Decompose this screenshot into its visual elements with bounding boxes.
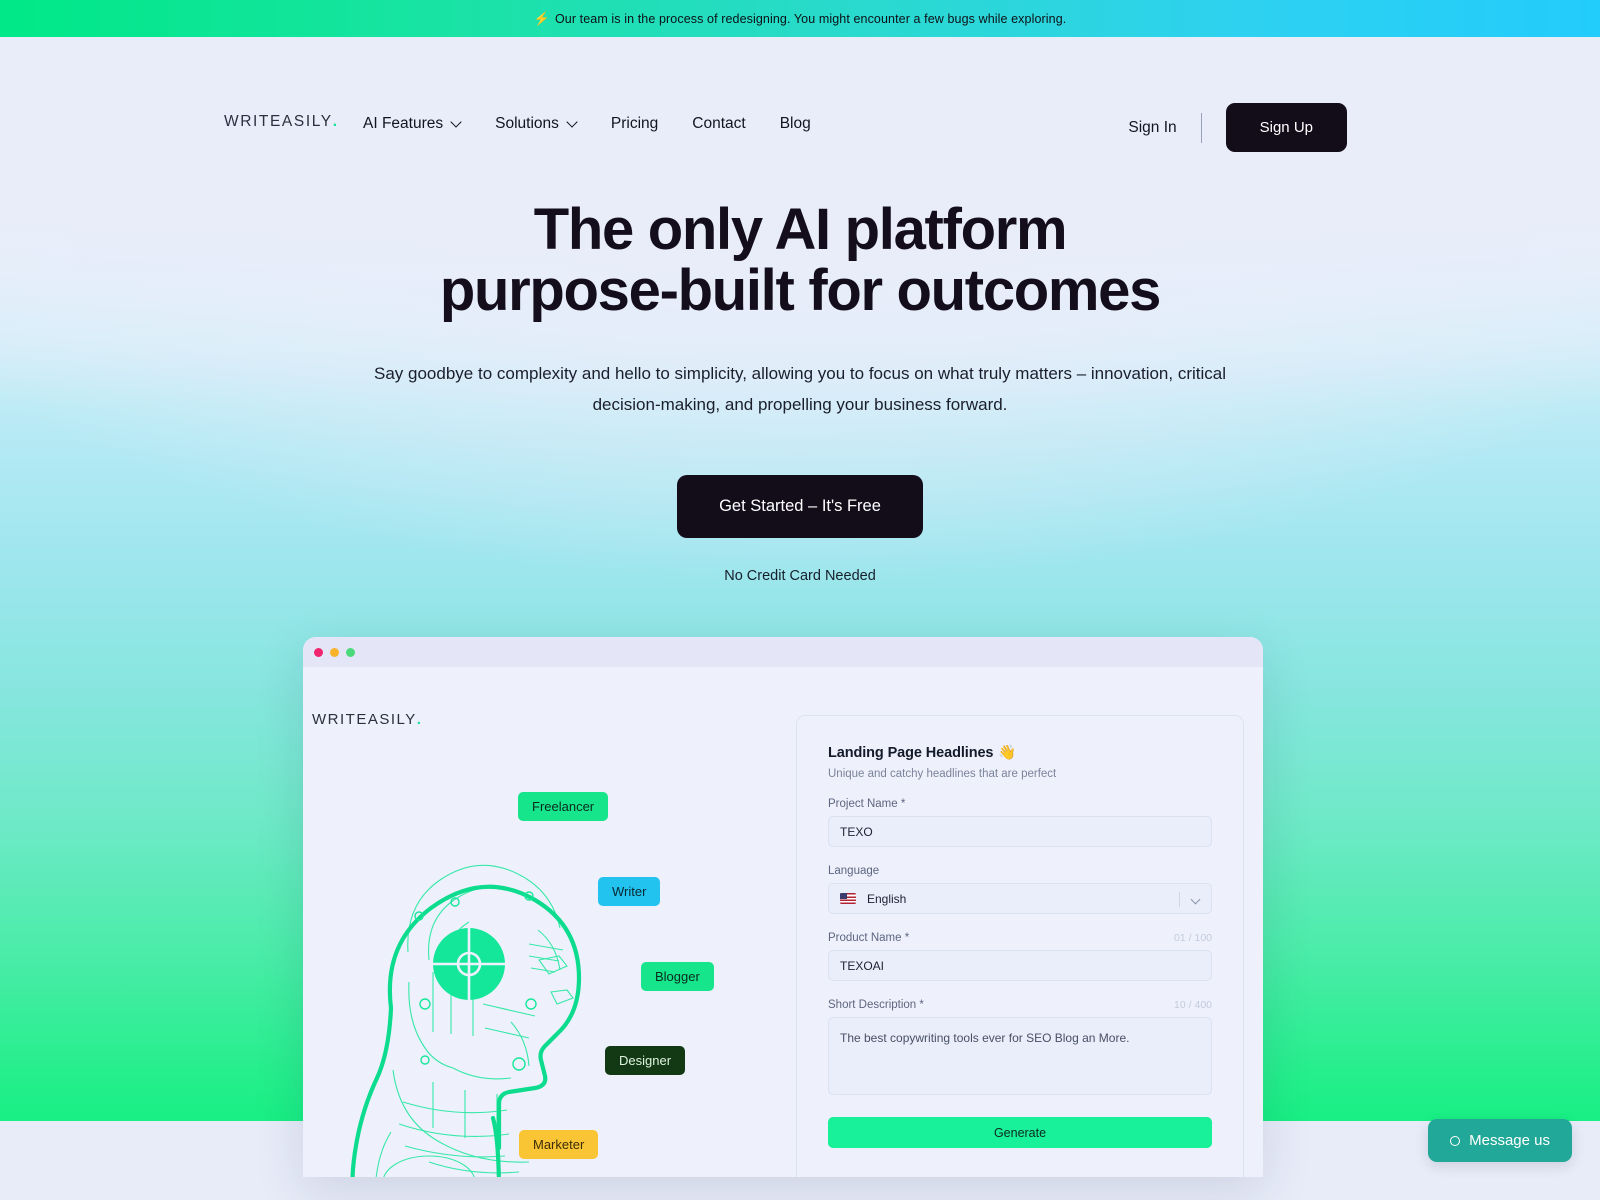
page-title: The only AI platform purpose-built for o…	[0, 197, 1600, 323]
headline-line-1: The only AI platform	[533, 197, 1068, 262]
window-maximize-dot-icon	[346, 647, 355, 657]
generator-form-inner: Landing Page Headlines 👋 Unique and catc…	[797, 716, 1243, 1148]
short-description-textarea[interactable]: The best copywriting tools ever for SEO …	[828, 1017, 1212, 1095]
field-label-row: Short Description * 10 / 400	[828, 999, 1212, 1011]
nav-item-label: Solutions	[495, 115, 559, 132]
nav-item-pricing[interactable]: Pricing	[611, 109, 674, 139]
wave-hand-icon: 👋	[998, 745, 1017, 761]
sign-in-link[interactable]: Sign In	[1128, 111, 1176, 145]
illustration-panel: Freelancer Writer Blogger Designer Marke…	[313, 692, 813, 1177]
ai-robot-head-illustration	[350, 864, 582, 1177]
message-us-label: Message us	[1469, 1132, 1550, 1149]
nav-item-blog[interactable]: Blog	[780, 109, 827, 139]
brand-logo-dot: .	[332, 113, 339, 130]
main-navbar: WRITEASILY. AI Features Solutions Pricin…	[0, 37, 1600, 152]
chevron-down-icon	[568, 118, 577, 127]
sparkle-icon: ⚡	[533, 11, 550, 26]
pill-designer[interactable]: Designer	[605, 1046, 686, 1075]
field-short-description: Short Description * 10 / 400 The best co…	[828, 999, 1212, 1095]
field-project-name: Project Name * TEXO	[828, 798, 1212, 847]
sign-up-button[interactable]: Sign Up	[1225, 103, 1347, 152]
language-select[interactable]: English	[828, 883, 1212, 914]
nav-links: AI Features Solutions Pricing Contact Bl…	[363, 109, 845, 139]
brand-logo[interactable]: WRITEASILY.	[224, 113, 339, 131]
product-screenshot-mockup: WRITEASILY. Freelancer Writer Blogger De…	[303, 637, 1263, 1177]
project-name-input[interactable]: TEXO	[828, 816, 1212, 847]
pill-writer[interactable]: Writer	[598, 877, 661, 906]
field-label-row: Product Name * 01 / 100	[828, 932, 1212, 944]
us-flag-icon	[840, 893, 856, 904]
project-name-label: Project Name *	[828, 798, 906, 810]
nav-item-solutions[interactable]: Solutions	[495, 109, 593, 139]
chevron-down-icon	[452, 118, 461, 127]
product-name-input[interactable]: TEXOAI	[828, 950, 1212, 981]
nav-item-ai-features[interactable]: AI Features	[363, 109, 477, 139]
pill-blogger[interactable]: Blogger	[641, 962, 714, 991]
select-divider	[1179, 892, 1180, 907]
mockup-body: WRITEASILY. Freelancer Writer Blogger De…	[303, 667, 1263, 1177]
form-title: Landing Page Headlines 👋	[828, 744, 1212, 762]
field-label-row: Project Name *	[828, 798, 1212, 810]
nav-auth-actions: Sign In Sign Up	[1128, 103, 1347, 152]
window-minimize-dot-icon	[330, 647, 339, 657]
landing-page: ⚡ Our team is in the process of redesign…	[0, 0, 1600, 1200]
form-title-text: Landing Page Headlines	[828, 744, 994, 761]
short-description-counter: 10 / 400	[1174, 999, 1212, 1011]
field-product-name: Product Name * 01 / 100 TEXOAI	[828, 932, 1212, 981]
brand-logo-text: WRITEASILY	[224, 113, 333, 130]
message-us-widget[interactable]: Message us	[1428, 1119, 1572, 1162]
nav-item-label: Blog	[779, 115, 811, 132]
pill-freelancer[interactable]: Freelancer	[518, 792, 609, 821]
window-close-dot-icon	[314, 647, 323, 657]
language-value: English	[867, 891, 907, 906]
mockup-titlebar	[303, 637, 1263, 667]
announcement-text: Our team is in the process of redesignin…	[554, 11, 1067, 26]
product-name-counter: 01 / 100	[1174, 932, 1212, 944]
hero-subtext: Say goodbye to complexity and hello to s…	[374, 363, 1226, 415]
hero-section: The only AI platform purpose-built for o…	[0, 197, 1600, 584]
pill-marketer[interactable]: Marketer	[519, 1130, 599, 1159]
product-name-label: Product Name *	[828, 932, 910, 944]
nav-item-label: Pricing	[610, 115, 659, 132]
headline-line-2: purpose-built for outcomes	[439, 257, 1162, 323]
generator-form-card: Landing Page Headlines 👋 Unique and catc…	[796, 715, 1244, 1177]
announcement-banner: ⚡ Our team is in the process of redesign…	[0, 0, 1600, 37]
field-label-row: Language	[828, 865, 1212, 877]
nav-item-contact[interactable]: Contact	[692, 109, 761, 139]
nav-item-label: Contact	[692, 115, 746, 132]
nav-item-label: AI Features	[363, 115, 444, 132]
field-language: Language English	[828, 865, 1212, 914]
generate-button[interactable]: Generate	[828, 1117, 1212, 1148]
get-started-button[interactable]: Get Started – It's Free	[677, 474, 923, 538]
chat-status-icon	[1450, 1135, 1461, 1146]
chevron-down-icon	[1190, 894, 1201, 905]
no-credit-card-note: No Credit Card Needed	[724, 567, 876, 584]
nav-divider	[1200, 112, 1202, 143]
short-description-label: Short Description *	[828, 999, 924, 1011]
announcement-text-wrap: ⚡ Our team is in the process of redesign…	[534, 12, 1067, 26]
form-subtitle: Unique and catchy headlines that are per…	[828, 768, 1057, 780]
language-label: Language	[828, 865, 880, 877]
